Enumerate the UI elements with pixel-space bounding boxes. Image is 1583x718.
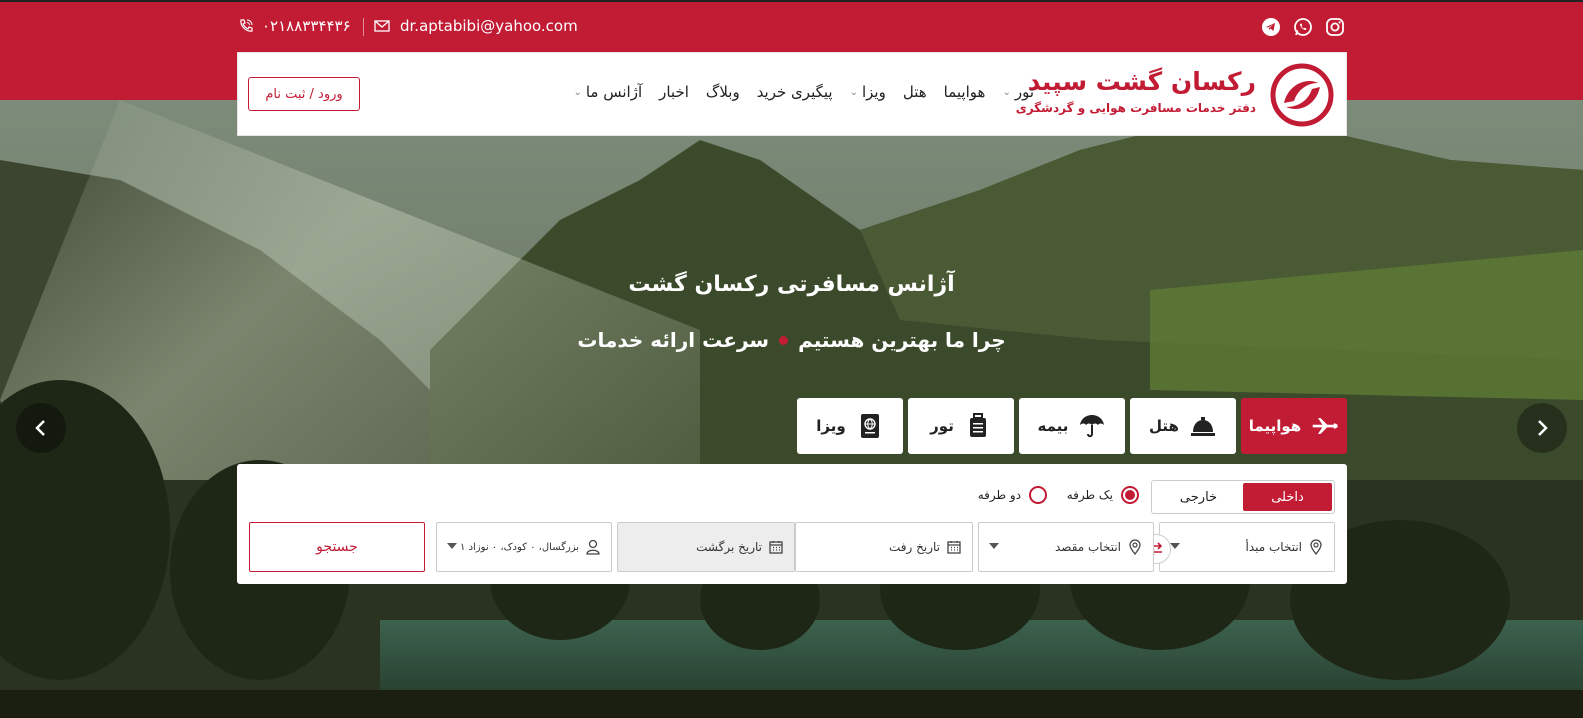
tab-label: ویزا [816,417,846,435]
search-button[interactable]: جستجو [249,522,425,572]
user-icon [585,539,601,555]
return-placeholder: تاریخ برگشت [696,540,762,554]
nav-item-hotel[interactable]: هتل [903,83,927,101]
tab-airplane[interactable]: هواپیما [1241,398,1347,454]
nav-item-tour[interactable]: تور ⌄ [1002,83,1034,101]
main-nav: تور ⌄ هواپیما هتل ویزا ⌄ پیگیری خرید وبلاگ… [573,83,1034,101]
radio-circle [1029,486,1047,504]
carousel-next-button[interactable] [1517,403,1567,453]
origin-select[interactable]: انتخاب مبدأ [1159,522,1335,572]
origin-placeholder: انتخاب مبدأ [1245,540,1303,554]
nav-label: تور [1014,83,1034,101]
instagram-icon[interactable] [1324,16,1346,38]
chevron-down-icon: ⌄ [1002,86,1011,98]
carousel-prev-button[interactable] [16,403,66,453]
calendar-icon [946,539,962,555]
telegram-icon[interactable] [1260,16,1282,38]
tab-label: هواپیما [1248,417,1302,435]
hero-subtitle-right: سرعت ارائه خدمات [577,328,770,352]
calendar-icon [768,539,784,555]
nav-label: هتل [902,83,927,101]
flight-search-panel: داخلی خارجی یک طرفه دو طرفه انتخاب مبدأ … [237,464,1347,584]
round-trip-radio[interactable]: دو طرفه [978,486,1047,504]
radio-label: دو طرفه [977,488,1021,502]
tab-hotel[interactable]: هتل [1130,398,1236,454]
destination-select[interactable]: انتخاب مقصد [978,522,1154,572]
tab-insurance[interactable]: بیمه [1019,398,1125,454]
tab-label: بیمه [1037,417,1069,435]
chevron-down-icon: ⌄ [573,86,582,98]
nav-item-our-agency[interactable]: آژانس ما ⌄ [573,83,642,101]
service-tabs: هواپیما هتل بیمه تور ویزا [797,398,1347,454]
envelope-icon [372,16,392,36]
email-contact[interactable]: dr.aptabibi@yahoo.com [372,14,578,38]
hero-subtitle: چرا ما بهترین هستیم سرعت ارائه خدمات [0,328,1583,352]
whatsapp-icon[interactable] [1292,16,1314,38]
one-way-radio[interactable]: یک طرفه [1067,486,1139,504]
bullet-dot [779,335,789,345]
radio-circle-selected [1121,486,1139,504]
nav-label: هواپیما [943,83,986,101]
login-register-button[interactable]: ورود / ثبت نام [248,77,360,111]
radio-label: یک طرفه [1066,488,1113,502]
chevron-down-icon: ⌄ [849,86,858,98]
email-address: dr.aptabibi@yahoo.com [400,17,578,35]
nav-label: آژانس ما [585,83,643,101]
phone-icon [236,16,256,36]
nav-label: اخبار [659,83,689,101]
site-header: رکسان گشت سپید دفتر خدمات مسافرت هوایی و… [237,52,1347,136]
passengers-select[interactable]: ۱ بزرگسال، ۰ کودک، ۰ نوزاد [436,522,612,572]
tab-visa[interactable]: ویزا [797,398,903,454]
phone-number: ۰۲۱۸۸۳۳۴۴۳۶ [262,17,351,35]
brand-logo-icon[interactable] [1270,63,1334,127]
destination-placeholder: انتخاب مقصد [1054,540,1121,554]
return-date-input[interactable]: تاریخ برگشت [617,522,795,572]
dropdown-caret-icon [447,543,457,549]
logo-subtitle: دفتر خدمات مسافرت هوایی و گردشگری [1015,101,1256,115]
tab-label: هتل [1149,417,1179,435]
contact-divider [363,18,364,36]
domestic-international-toggle: داخلی خارجی [1151,480,1335,514]
nav-item-visa[interactable]: ویزا ⌄ [850,83,886,101]
tab-label: تور [930,417,954,435]
nav-label: پیگیری خرید [756,83,833,101]
umbrella-icon [1078,412,1106,440]
chevron-left-icon [35,420,45,436]
dropdown-caret-icon [1170,543,1180,549]
nav-label: ویزا [861,83,886,101]
international-option[interactable]: خارجی [1154,483,1243,511]
tab-tour[interactable]: تور [908,398,1014,454]
nav-item-order-tracking[interactable]: پیگیری خرید [757,83,833,101]
logo-title: رکسان گشت سپید [1027,67,1257,96]
airplane-icon [1311,412,1339,440]
nav-item-blog[interactable]: وبلاگ [706,83,740,101]
passport-icon [856,412,884,440]
suitcase-icon [964,412,992,440]
map-pin-icon [1127,539,1143,555]
departure-placeholder: تاریخ رفت [888,540,940,554]
dropdown-caret-icon [989,543,999,549]
nav-item-airplane[interactable]: هواپیما [944,83,986,101]
chevron-right-icon [1538,420,1548,436]
nav-item-news[interactable]: اخبار [659,83,689,101]
hero-subtitle-left: چرا ما بهترین هستیم [798,328,1006,352]
hotel-bell-icon [1189,412,1217,440]
departure-date-input[interactable]: تاریخ رفت [795,522,973,572]
passengers-summary: ۱ بزرگسال، ۰ کودک، ۰ نوزاد [460,541,579,553]
map-pin-icon [1308,539,1324,555]
domestic-option[interactable]: داخلی [1243,483,1332,511]
nav-label: وبلاگ [705,83,740,101]
hero-title: آژانس مسافرتی رکسان گشت [628,272,955,297]
phone-contact[interactable]: ۰۲۱۸۸۳۳۴۴۳۶ [236,14,351,38]
social-links [1260,16,1346,38]
